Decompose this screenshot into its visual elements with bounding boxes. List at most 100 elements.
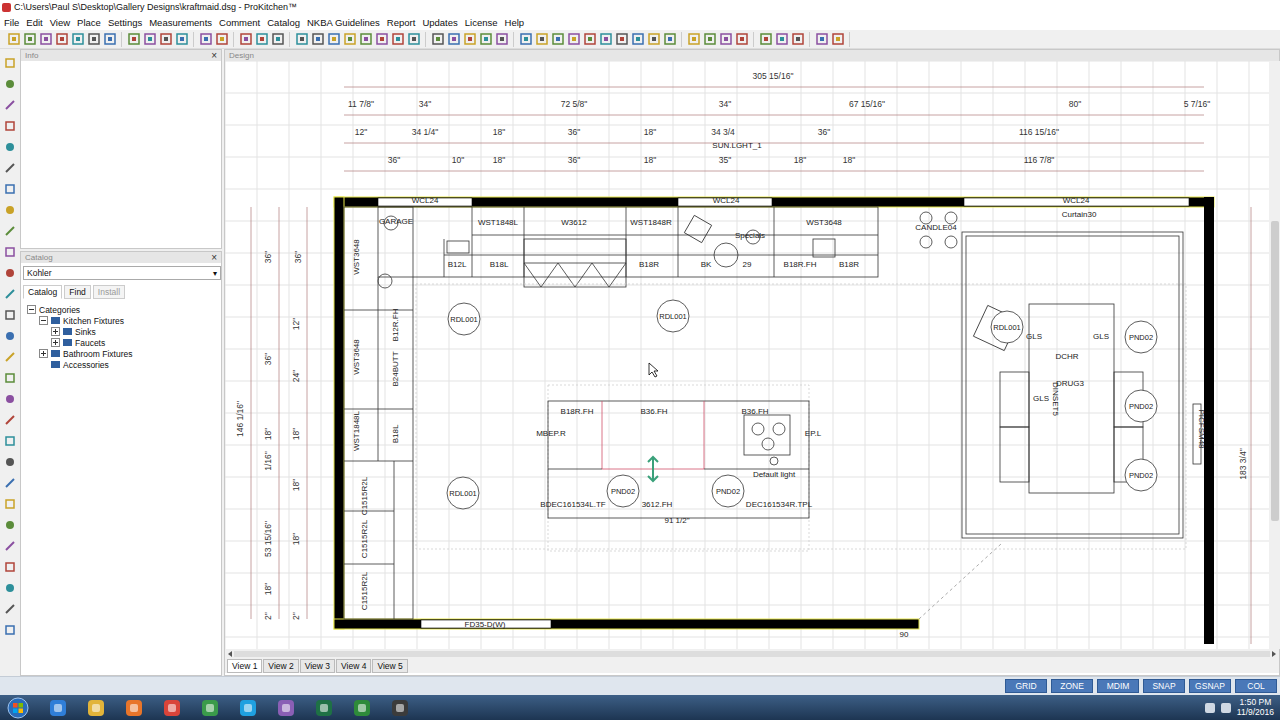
menu-item[interactable]: NKBA Guidelines (307, 17, 380, 28)
item-label[interactable]: B18R (639, 260, 659, 269)
toolbar-button[interactable] (446, 32, 461, 47)
expander-icon[interactable] (27, 305, 36, 314)
status-button[interactable]: MDIM (1097, 679, 1139, 693)
taskbar-app[interactable] (118, 696, 150, 720)
tool-strip-button[interactable] (4, 57, 16, 69)
view-tab[interactable]: View 2 (263, 659, 298, 673)
item-label[interactable]: WST3648 (352, 339, 361, 375)
tool-strip-button[interactable] (4, 204, 16, 216)
taskbar-app[interactable] (42, 696, 74, 720)
item-label[interactable]: WST3648 (806, 218, 842, 227)
toolbar-button[interactable] (734, 32, 749, 47)
toolbar-button[interactable] (22, 32, 37, 47)
toolbar-button[interactable] (630, 32, 645, 47)
light-fixture[interactable]: RDL001 (448, 303, 480, 335)
scroll-left-icon[interactable] (228, 651, 232, 657)
toolbar-button[interactable] (566, 32, 581, 47)
taskbar-app[interactable] (232, 696, 264, 720)
toolbar-button[interactable] (342, 32, 357, 47)
toolbar-button[interactable] (142, 32, 157, 47)
menu-item[interactable]: Measurements (149, 17, 212, 28)
toolbar-button[interactable] (198, 32, 213, 47)
item-label[interactable]: CANDLE04 (915, 223, 957, 232)
tool-strip-button[interactable] (4, 99, 16, 111)
item-label[interactable]: DINSET5 (1051, 382, 1060, 416)
toolbar-button[interactable] (662, 32, 677, 47)
tool-strip-button[interactable] (4, 183, 16, 195)
close-button[interactable]: × (211, 50, 217, 61)
tool-strip-button[interactable] (4, 624, 16, 636)
light-fixture[interactable]: RDL001 (991, 311, 1023, 343)
toolbar-button[interactable] (718, 32, 733, 47)
toolbar-button[interactable] (238, 32, 253, 47)
tool-strip-button[interactable] (4, 78, 16, 90)
item-label[interactable]: 3612.FH (642, 500, 673, 509)
toolbar-button[interactable] (310, 32, 325, 47)
tool-strip-button[interactable] (4, 561, 16, 573)
tool-strip-button[interactable] (4, 246, 16, 258)
toolbar-button[interactable] (758, 32, 773, 47)
light-fixture[interactable]: RDL001 (657, 300, 689, 332)
taskbar-app[interactable] (270, 696, 302, 720)
light-fixture[interactable]: PND02 (607, 475, 639, 507)
item-label[interactable]: 91 1/2" (664, 516, 689, 525)
expander-icon[interactable] (39, 349, 48, 358)
start-button[interactable] (6, 696, 30, 720)
tool-strip-button[interactable] (4, 519, 16, 531)
toolbar-button[interactable] (478, 32, 493, 47)
menu-item[interactable]: File (4, 17, 19, 28)
tool-strip-button[interactable] (4, 288, 16, 300)
expander-icon[interactable] (39, 316, 48, 325)
tool-strip-button[interactable] (4, 330, 16, 342)
toolbar-button[interactable] (174, 32, 189, 47)
item-label[interactable]: 29 (743, 260, 752, 269)
item-label[interactable]: PICFSM48 (1197, 409, 1206, 449)
toolbar-button[interactable] (294, 32, 309, 47)
item-label[interactable]: B18L (490, 260, 509, 269)
light-fixture[interactable]: PND02 (1125, 459, 1157, 491)
status-button[interactable]: SNAP (1143, 679, 1185, 693)
toolbar-button[interactable] (254, 32, 269, 47)
tool-strip-button[interactable] (4, 351, 16, 363)
scroll-right-icon[interactable] (1272, 651, 1276, 657)
network-icon[interactable] (1205, 703, 1215, 713)
toolbar-button[interactable] (390, 32, 405, 47)
clock[interactable]: 1:50 PM11/9/2016 (1237, 698, 1274, 717)
vertical-scrollbar[interactable] (1269, 61, 1280, 649)
expander-icon[interactable] (51, 327, 60, 336)
view-tab[interactable]: View 1 (227, 659, 262, 673)
view-tab[interactable]: View 5 (372, 659, 407, 673)
tool-strip-button[interactable] (4, 582, 16, 594)
item-label[interactable]: WST1848R (630, 218, 672, 227)
toolbar-button[interactable] (790, 32, 805, 47)
toolbar-button[interactable] (614, 32, 629, 47)
tree-item[interactable]: Faucets (23, 337, 221, 348)
tree-item[interactable]: Accessories (23, 359, 221, 370)
item-label[interactable]: B12R.FH (391, 308, 400, 341)
item-label[interactable]: BK (701, 260, 712, 269)
toolbar-button[interactable] (70, 32, 85, 47)
status-button[interactable]: COL (1235, 679, 1277, 693)
item-label[interactable]: EP.L (805, 429, 822, 438)
tool-strip-button[interactable] (4, 267, 16, 279)
item-label[interactable]: B18R (839, 260, 859, 269)
item-label[interactable]: B36.FH (741, 407, 768, 416)
toolbar-button[interactable] (518, 32, 533, 47)
tool-strip-button[interactable] (4, 498, 16, 510)
toolbar-button[interactable] (550, 32, 565, 47)
status-button[interactable]: ZONE (1051, 679, 1093, 693)
menu-item[interactable]: Catalog (267, 17, 300, 28)
item-label[interactable]: GLS (1093, 332, 1109, 341)
toolbar-button[interactable] (462, 32, 477, 47)
toolbar-button[interactable] (270, 32, 285, 47)
toolbar-button[interactable] (158, 32, 173, 47)
toolbar-button[interactable] (646, 32, 661, 47)
item-label[interactable]: SUN.LGHT_1 (712, 141, 762, 150)
toolbar-button[interactable] (126, 32, 141, 47)
tool-strip-button[interactable] (4, 120, 16, 132)
tool-strip-button[interactable] (4, 435, 16, 447)
tree-item[interactable]: Kitchen Fixtures (23, 315, 221, 326)
toolbar-button[interactable] (534, 32, 549, 47)
light-fixture[interactable]: RDL001 (447, 477, 479, 509)
taskbar-app[interactable] (80, 696, 112, 720)
